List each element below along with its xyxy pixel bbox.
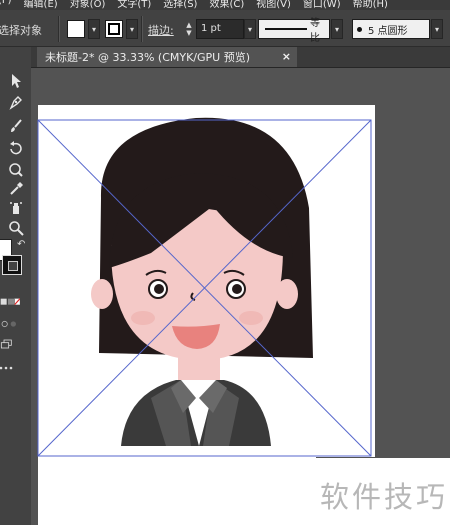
stroke-dropdown-icon[interactable]: ▾ — [126, 19, 138, 39]
more-tools-icon[interactable] — [0, 359, 16, 377]
menu-items: (F) 编辑(E) 对象(O) 文字(T) 选择(S) 效果(C) 视图(V) 窗口(W) 帮助… — [0, 0, 388, 10]
document-tab[interactable]: 未标题-2* @ 33.33% (CMYK/GPU 预览) × — [37, 47, 297, 67]
stroke-hole — [8, 261, 18, 271]
zoom-tool-icon[interactable] — [6, 219, 26, 237]
brush-label: 5 点圆形 — [368, 25, 408, 37]
menu-item[interactable]: (F) — [0, 0, 12, 10]
watermark: 软件技巧 — [315, 458, 450, 525]
stroke-weight-stepper-icon[interactable]: ▲ ▼ — [184, 19, 194, 39]
menu-item[interactable]: 效果(C) — [209, 0, 244, 10]
watermark-text: 软件技巧 — [320, 480, 449, 514]
ear-left — [91, 279, 113, 309]
menu-item[interactable]: 文字(T) — [117, 0, 151, 10]
pupil-left — [154, 284, 164, 294]
stroke-swatch-inner — [108, 23, 120, 35]
control-bar: 选择对象 ▾ ▾ 描边: ▲ ▼ 1 pt ▾ 等比 ▾ 5 点圆形 ▾ — [0, 10, 450, 47]
brush-dot-icon — [357, 26, 362, 32]
menu-bar: (F) 编辑(E) 对象(O) 文字(T) 选择(S) 效果(C) 视图(V) 窗口(W) 帮助… — [0, 0, 450, 10]
stroke-weight-dropdown-icon[interactable]: ▾ — [244, 19, 256, 39]
rotate-tool-icon[interactable] — [6, 139, 26, 157]
cheek-left — [131, 311, 155, 325]
profile-line — [265, 28, 307, 30]
screen-mode-icon[interactable] — [0, 335, 20, 353]
symbol-sprayer-icon[interactable] — [6, 199, 26, 217]
stroke-color-box[interactable] — [2, 255, 22, 275]
eyedropper-tool-icon[interactable] — [6, 180, 26, 198]
menu-item[interactable]: 窗口(W) — [303, 0, 341, 10]
tools-panel: ↶ — [0, 47, 32, 525]
variable-width-profile[interactable]: 等比 — [258, 18, 330, 44]
pupil-right — [232, 284, 242, 294]
brush-tool-icon[interactable] — [6, 117, 26, 135]
menu-item[interactable]: 视图(V) — [256, 0, 291, 10]
selection-tool-icon[interactable] — [6, 72, 26, 90]
close-tab-icon[interactable]: × — [282, 50, 291, 63]
warp-tool-icon[interactable] — [6, 161, 26, 179]
divider — [141, 16, 143, 42]
fill-color-swatch[interactable] — [67, 20, 85, 38]
brush-definition[interactable]: 5 点圆形 — [352, 19, 430, 39]
swap-fill-stroke-icon[interactable]: ↶ — [17, 239, 25, 250]
document-tab-title: 未标题-2* @ 33.33% (CMYK/GPU 预览) — [45, 51, 250, 64]
profile-dropdown-icon[interactable]: ▾ — [331, 19, 343, 39]
menu-item[interactable]: 帮助(H) — [353, 0, 388, 10]
menu-item[interactable]: 选择(S) — [163, 0, 197, 10]
pen-tool-icon[interactable] — [6, 93, 26, 111]
illustration[interactable] — [31, 68, 450, 525]
color-mode-icons — [0, 293, 20, 311]
divider — [58, 16, 60, 42]
stroke-weight-input[interactable]: 1 pt — [196, 19, 244, 39]
document-tab-bar: 未标题-2* @ 33.33% (CMYK/GPU 预览) × — [31, 47, 450, 68]
draw-mode-icon[interactable] — [0, 315, 20, 333]
brush-dropdown-icon[interactable]: ▾ — [431, 19, 443, 39]
canvas[interactable] — [31, 68, 450, 525]
selection-label: 选择对象 — [0, 24, 42, 37]
stroke-label[interactable]: 描边: — [148, 22, 174, 42]
fill-dropdown-icon[interactable]: ▾ — [88, 19, 100, 39]
cheek-right — [239, 311, 263, 325]
menu-item[interactable]: 编辑(E) — [24, 0, 58, 10]
profile-label: 等比 — [309, 18, 320, 44]
fill-stroke-control[interactable]: ↶ — [0, 239, 30, 285]
menu-item[interactable]: 对象(O) — [70, 0, 106, 10]
stroke-color-swatch[interactable] — [105, 20, 123, 38]
